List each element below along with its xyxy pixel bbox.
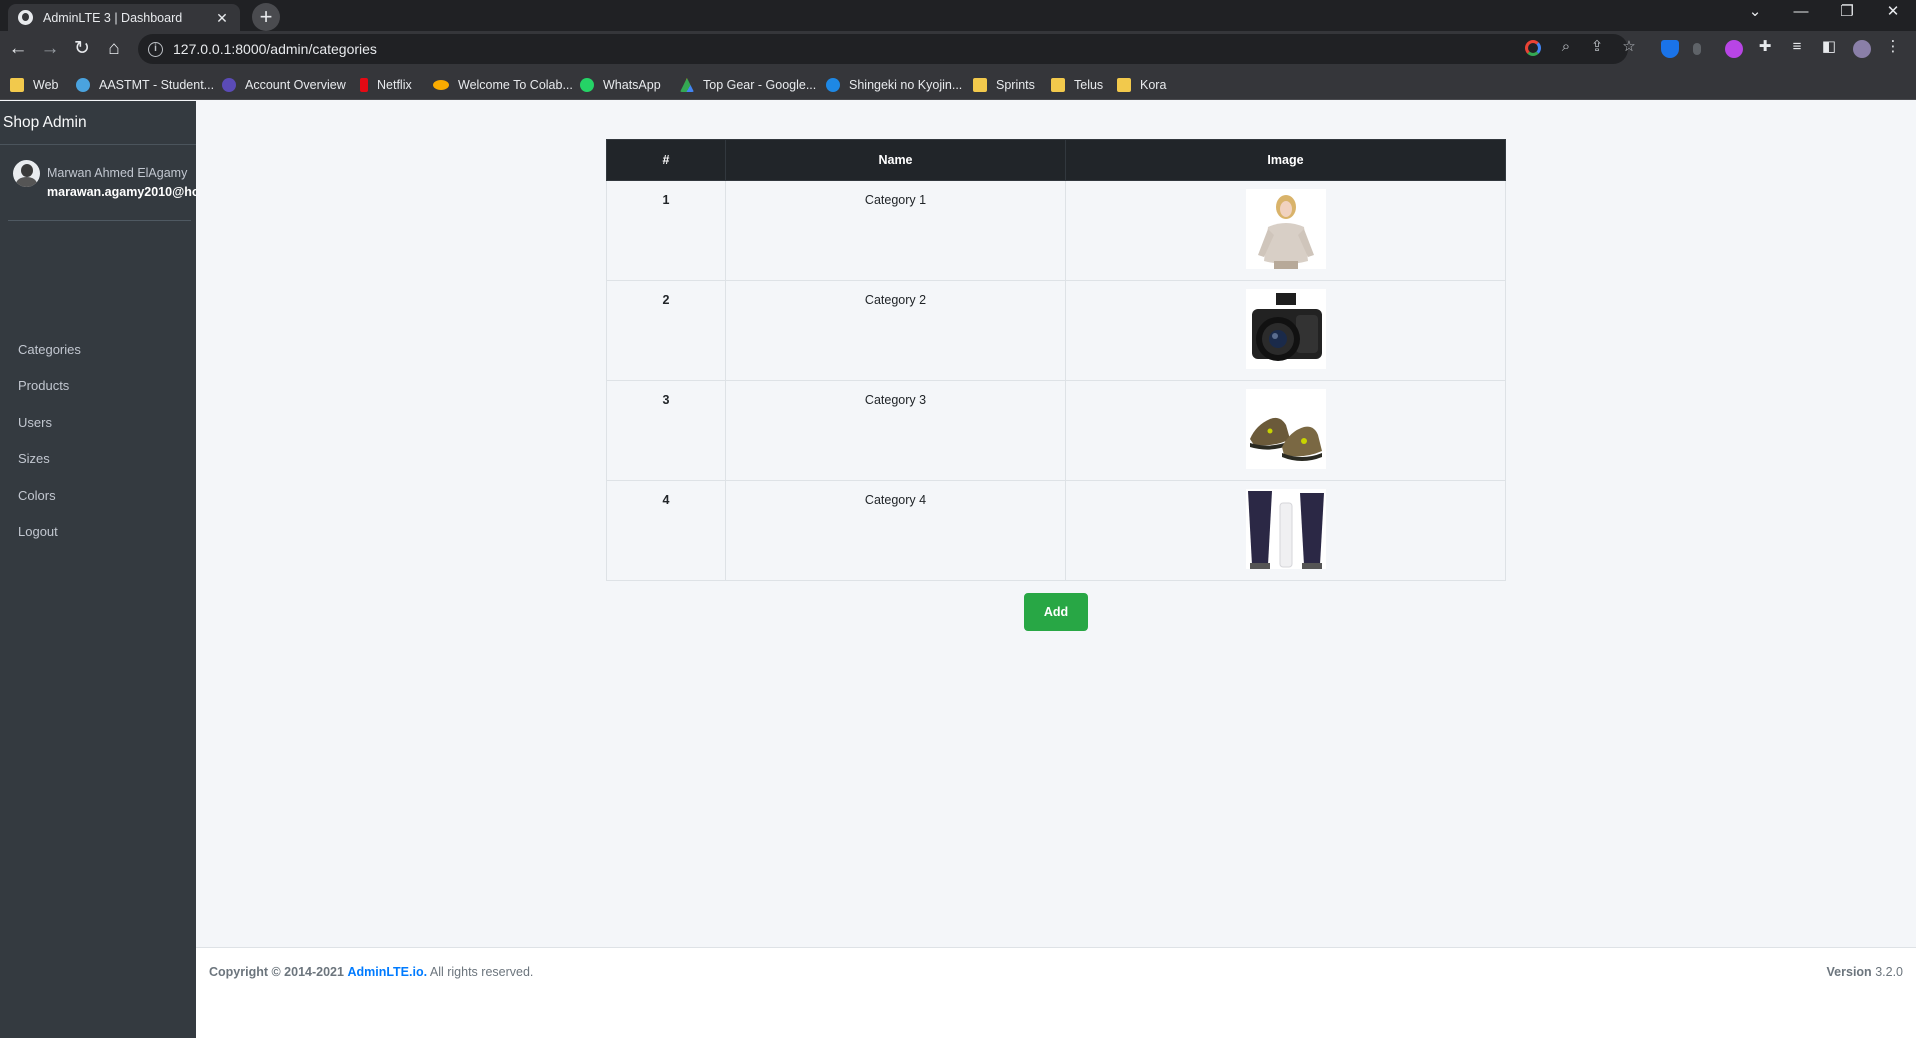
browser-toolbar: ← → ↻ ⌂ i 127.0.0.1:8000/admin/categorie… [0, 31, 1916, 68]
cosmetics-tubes-image [1245, 489, 1326, 569]
whatsapp-icon [580, 78, 594, 92]
camera-image [1245, 289, 1326, 369]
brand-link[interactable]: Shop Admin [0, 101, 196, 145]
web-icon [222, 78, 236, 92]
add-category-button[interactable]: Add [1024, 593, 1088, 631]
folder-icon [973, 78, 987, 92]
browser-tab[interactable]: AdminLTE 3 | Dashboard ✕ [8, 4, 240, 31]
user-panel: Marwan Ahmed ElAgamy marawan.agamy2010@h… [0, 145, 196, 221]
site-info-icon[interactable]: i [148, 41, 163, 57]
row-name: Category 3 [725, 380, 1066, 481]
back-button[interactable]: ← [6, 37, 30, 61]
tab-search-icon[interactable]: ⌄ [1732, 0, 1778, 26]
extension-dot-icon[interactable] [1693, 43, 1701, 55]
bookmark-top-gear[interactable]: Top Gear - Google... [680, 76, 816, 94]
user-email[interactable]: marawan.agamy2010@hot [47, 185, 196, 199]
bookmark-shingeki[interactable]: Shingeki no Kyojin... [826, 76, 962, 94]
anime-icon [826, 78, 840, 92]
google-icon[interactable] [1525, 40, 1541, 56]
content-wrapper: # Name Image 1 Category 1 2 Category 2 3… [196, 101, 1916, 947]
share-icon[interactable]: ⇪ [1588, 38, 1606, 56]
bookmark-netflix[interactable]: Netflix [360, 76, 412, 94]
address-bar[interactable]: i 127.0.0.1:8000/admin/categories [138, 34, 1628, 64]
sidebar-item-colors[interactable]: Colors [8, 480, 188, 512]
minimize-button[interactable]: — [1778, 0, 1824, 26]
side-panel-icon[interactable]: ◧ [1820, 38, 1838, 56]
close-tab-icon[interactable]: ✕ [214, 10, 230, 26]
table-row: 3 Category 3 [606, 380, 1506, 481]
extension-shield-icon[interactable] [1661, 40, 1679, 58]
table-header-row: # Name Image [606, 139, 1506, 181]
globe-icon [18, 10, 33, 25]
brand-text: Shop Admin [3, 114, 87, 131]
google-drive-icon [680, 78, 694, 92]
folder-icon [10, 78, 24, 92]
column-header-image: Image [1065, 139, 1506, 181]
bookmarks-bar: Web AASTMT - Student... Account Overview… [0, 68, 1916, 100]
woman-sweater-image [1245, 189, 1326, 269]
main-sidebar: Shop Admin Marwan Ahmed ElAgamy marawan.… [0, 101, 196, 1038]
bookmark-sprints[interactable]: Sprints [973, 76, 1035, 94]
aastmt-icon [76, 78, 90, 92]
adminlte-link[interactable]: AdminLTE.io. [347, 965, 427, 979]
row-name: Category 2 [725, 280, 1066, 381]
table-row: 1 Category 1 [606, 180, 1506, 281]
row-id: 3 [606, 380, 726, 481]
extension-purple-icon[interactable] [1725, 40, 1743, 58]
bookmark-colab[interactable]: Welcome To Colab... [433, 76, 573, 94]
categories-table: # Name Image 1 Category 1 2 Category 2 3… [606, 139, 1506, 581]
netflix-icon [360, 78, 368, 92]
reload-button[interactable]: ↻ [70, 37, 94, 61]
row-id: 4 [606, 480, 726, 581]
sidebar-item-logout[interactable]: Logout [8, 516, 188, 548]
table-row: 4 Category 4 [606, 480, 1506, 581]
restore-button[interactable]: ❐ [1824, 0, 1870, 26]
browser-tab-bar: AdminLTE 3 | Dashboard ✕ + ⌄ — ❐ ✕ [0, 0, 1916, 31]
avatar [13, 160, 40, 187]
row-name: Category 4 [725, 480, 1066, 581]
forward-button[interactable]: → [38, 37, 62, 61]
home-button[interactable]: ⌂ [102, 37, 126, 61]
row-name: Category 1 [725, 180, 1066, 281]
divider [8, 220, 191, 221]
menu-kebab-icon[interactable]: ⋮ [1884, 38, 1902, 56]
bookmark-account-overview[interactable]: Account Overview [222, 76, 346, 94]
new-tab-button[interactable]: + [252, 3, 280, 31]
zoom-icon[interactable]: ⌕ [1557, 38, 1575, 56]
extensions-puzzle-icon[interactable]: ✚ [1756, 38, 1774, 56]
copyright-text: Copyright © 2014-2021 [209, 965, 344, 979]
profile-avatar-icon[interactable] [1853, 40, 1871, 58]
bookmark-kora[interactable]: Kora [1117, 76, 1166, 94]
categories-table-wrapper: # Name Image 1 Category 1 2 Category 2 3… [606, 139, 1506, 581]
url-text: 127.0.0.1:8000/admin/categories [173, 41, 377, 57]
user-name[interactable]: Marwan Ahmed ElAgamy [47, 166, 187, 180]
bookmark-star-icon[interactable]: ☆ [1620, 38, 1638, 56]
colab-icon [433, 80, 449, 90]
footer-version: Version 3.2.0 [1827, 965, 1903, 979]
column-header-id: # [606, 139, 726, 181]
bookmark-web[interactable]: Web [10, 76, 58, 94]
row-id: 2 [606, 280, 726, 381]
tab-title: AdminLTE 3 | Dashboard [43, 10, 183, 25]
close-window-button[interactable]: ✕ [1870, 0, 1916, 26]
main-footer: Copyright © 2014-2021 AdminLTE.io. All r… [196, 947, 1916, 1038]
folder-icon [1051, 78, 1065, 92]
bookmark-telus[interactable]: Telus [1051, 76, 1103, 94]
sidebar-item-products[interactable]: Products [8, 370, 188, 402]
reading-list-icon[interactable]: ≡ [1788, 38, 1806, 56]
column-header-name: Name [725, 139, 1066, 181]
footer-copyright: Copyright © 2014-2021 AdminLTE.io. All r… [209, 965, 533, 979]
bookmark-whatsapp[interactable]: WhatsApp [580, 76, 661, 94]
table-row: 2 Category 2 [606, 280, 1506, 381]
shoes-image [1245, 389, 1326, 469]
bookmark-aastmt[interactable]: AASTMT - Student... [76, 76, 214, 94]
row-id: 1 [606, 180, 726, 281]
folder-icon [1117, 78, 1131, 92]
version-number: 3.2.0 [1875, 965, 1903, 979]
version-label: Version [1826, 965, 1872, 979]
rights-text: All rights reserved. [429, 965, 534, 979]
sidebar-item-categories[interactable]: Categories [8, 334, 188, 366]
sidebar-item-sizes[interactable]: Sizes [8, 443, 188, 475]
sidebar-item-users[interactable]: Users [8, 407, 188, 439]
